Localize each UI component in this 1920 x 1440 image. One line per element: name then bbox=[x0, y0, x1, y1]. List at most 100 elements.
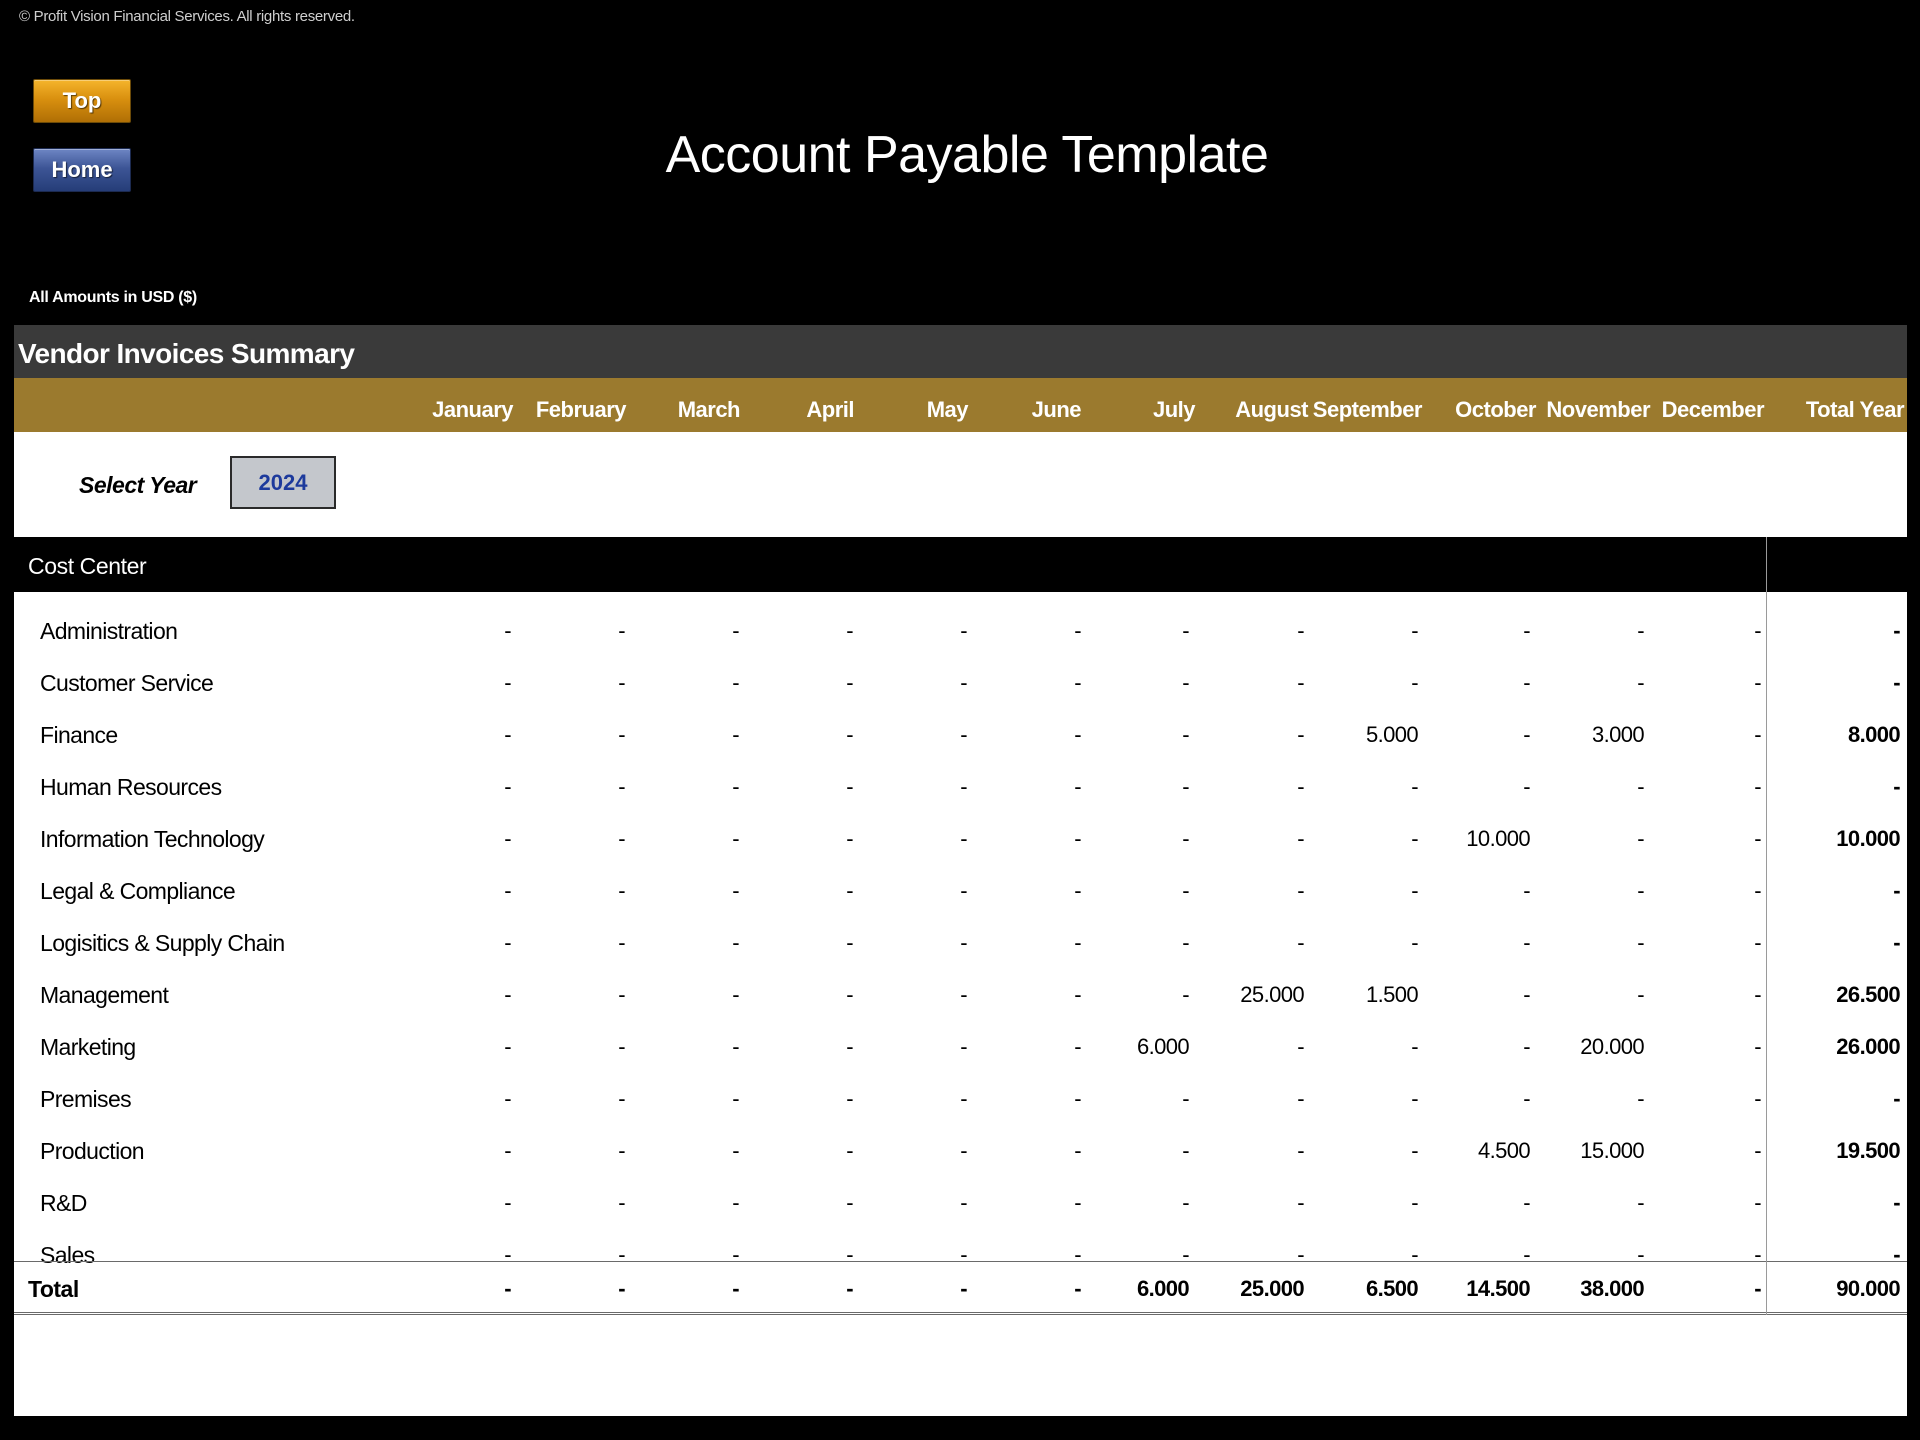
amount-cell: - bbox=[504, 618, 511, 643]
amount-cell: - bbox=[846, 722, 853, 747]
amount-cell: - bbox=[1182, 878, 1189, 903]
amount-cell: - bbox=[732, 1034, 739, 1059]
amount-cell: - bbox=[1297, 930, 1304, 955]
table-row: Customer Service - - - - - - - - - - - - - bbox=[14, 658, 1907, 710]
amount-cell: - bbox=[1523, 1086, 1530, 1111]
amount-cell: - bbox=[504, 774, 511, 799]
amount-cell: - bbox=[1523, 930, 1530, 955]
amount-cell: - bbox=[504, 878, 511, 903]
amount-cell: - bbox=[1074, 1190, 1081, 1215]
row-total-cell: - bbox=[1893, 878, 1900, 903]
copyright-notice: © Profit Vision Financial Services. All … bbox=[19, 8, 355, 25]
amount-cell: - bbox=[1523, 774, 1530, 799]
amount-cell: - bbox=[618, 1138, 625, 1163]
year-selector[interactable]: 2024 bbox=[230, 456, 336, 509]
row-total-cell: 8.000 bbox=[1847, 722, 1901, 747]
month-header-october: October bbox=[1455, 397, 1536, 422]
month-header-april: April bbox=[806, 397, 854, 422]
amount-cell: - bbox=[732, 1086, 739, 1111]
currency-note: All Amounts in USD ($) bbox=[29, 289, 197, 306]
month-header-december: December bbox=[1661, 397, 1765, 422]
total-cell: 14.500 bbox=[1466, 1276, 1530, 1301]
total-cell: - bbox=[846, 1276, 853, 1301]
amount-cell: - bbox=[618, 826, 625, 851]
table-row: Logisitics & Supply Chain - - - - - - - - - - - - - bbox=[14, 918, 1907, 970]
amount-cell: - bbox=[618, 878, 625, 903]
amount-cell: - bbox=[732, 618, 739, 643]
amount-cell: - bbox=[1297, 1190, 1304, 1215]
amount-cell: - bbox=[504, 826, 511, 851]
table-row: Marketing - - - - - - 6.000 - - - 20.000 - 26.000 bbox=[14, 1022, 1907, 1074]
amount-cell: - bbox=[1182, 982, 1189, 1007]
amount-cell: - bbox=[960, 722, 967, 747]
amount-cell: - bbox=[1754, 878, 1761, 903]
amount-cell: - bbox=[1411, 1138, 1418, 1163]
amount-cell: - bbox=[1523, 722, 1530, 747]
amount-cell: - bbox=[504, 1086, 511, 1111]
amount-cell: - bbox=[504, 1190, 511, 1215]
amount-cell: - bbox=[1182, 1086, 1189, 1111]
cost-center-name: R&D bbox=[40, 1190, 87, 1216]
amount-cell: - bbox=[504, 670, 511, 695]
total-cell: - bbox=[960, 1276, 967, 1301]
amount-cell: - bbox=[1637, 930, 1644, 955]
amount-cell: - bbox=[1637, 1190, 1644, 1215]
amount-cell: - bbox=[504, 930, 511, 955]
amount-cell: - bbox=[960, 1034, 967, 1059]
total-cell: 6.000 bbox=[1136, 1276, 1190, 1301]
table-row: Management - - - - - - - 25.000 1.500 - - - 26.500 bbox=[14, 970, 1907, 1022]
amount-cell: - bbox=[1754, 774, 1761, 799]
amount-cell: - bbox=[846, 1086, 853, 1111]
cost-center-name: Finance bbox=[40, 722, 118, 748]
table-row: R&D - - - - - - - - - - - - - bbox=[14, 1178, 1907, 1230]
amount-cell: - bbox=[1297, 670, 1304, 695]
total-cell: - bbox=[732, 1276, 739, 1301]
amount-cell: - bbox=[1182, 670, 1189, 695]
cost-center-name: Legal & Compliance bbox=[40, 878, 236, 904]
month-header-november: November bbox=[1546, 397, 1650, 422]
amount-cell: - bbox=[732, 826, 739, 851]
amount-cell: 6.000 bbox=[1136, 1034, 1190, 1059]
amount-cell: - bbox=[732, 670, 739, 695]
amount-cell: - bbox=[1297, 1086, 1304, 1111]
amount-cell: - bbox=[1074, 670, 1081, 695]
cost-center-name: Management bbox=[40, 982, 169, 1008]
amount-cell: - bbox=[960, 1138, 967, 1163]
amount-cell: - bbox=[1754, 1086, 1761, 1111]
amount-cell: - bbox=[1182, 1190, 1189, 1215]
table-row: Administration - - - - - - - - - - - - - bbox=[14, 606, 1907, 658]
amount-cell: - bbox=[1182, 930, 1189, 955]
amount-cell: - bbox=[1637, 878, 1644, 903]
row-total-cell: - bbox=[1893, 670, 1900, 695]
amount-cell: - bbox=[1074, 930, 1081, 955]
amount-cell: - bbox=[1523, 1034, 1530, 1059]
total-cell: - bbox=[504, 1276, 511, 1301]
table-row: Information Technology - - - - - - - - - 10.000 - - 1… bbox=[14, 814, 1907, 866]
page-title: Account Payable Template bbox=[665, 126, 1269, 184]
amount-cell: - bbox=[1754, 930, 1761, 955]
amount-cell: - bbox=[1411, 1034, 1418, 1059]
amount-cell: - bbox=[1637, 670, 1644, 695]
amount-cell: 10.000 bbox=[1466, 826, 1530, 851]
amount-cell: - bbox=[846, 1190, 853, 1215]
amount-cell: - bbox=[1074, 1086, 1081, 1111]
amount-cell: - bbox=[1297, 878, 1304, 903]
amount-cell: - bbox=[1074, 618, 1081, 643]
amount-cell: - bbox=[618, 722, 625, 747]
month-header-september: September bbox=[1312, 397, 1423, 422]
cost-center-name: Production bbox=[40, 1138, 145, 1164]
amount-cell: - bbox=[618, 1190, 625, 1215]
amount-cell: - bbox=[1074, 1034, 1081, 1059]
amount-cell: - bbox=[1754, 982, 1761, 1007]
amount-cell: - bbox=[1411, 930, 1418, 955]
amount-cell: - bbox=[732, 722, 739, 747]
amount-cell: - bbox=[1074, 826, 1081, 851]
amount-cell: - bbox=[1754, 1034, 1761, 1059]
top-button[interactable]: Top bbox=[33, 79, 131, 123]
amount-cell: - bbox=[1523, 982, 1530, 1007]
amount-cell: - bbox=[1637, 618, 1644, 643]
amount-cell: - bbox=[1074, 722, 1081, 747]
amount-cell: - bbox=[1411, 618, 1418, 643]
table-row: Premises - - - - - - - - - - - - - bbox=[14, 1074, 1907, 1126]
cost-center-name: Human Resources bbox=[40, 774, 222, 800]
